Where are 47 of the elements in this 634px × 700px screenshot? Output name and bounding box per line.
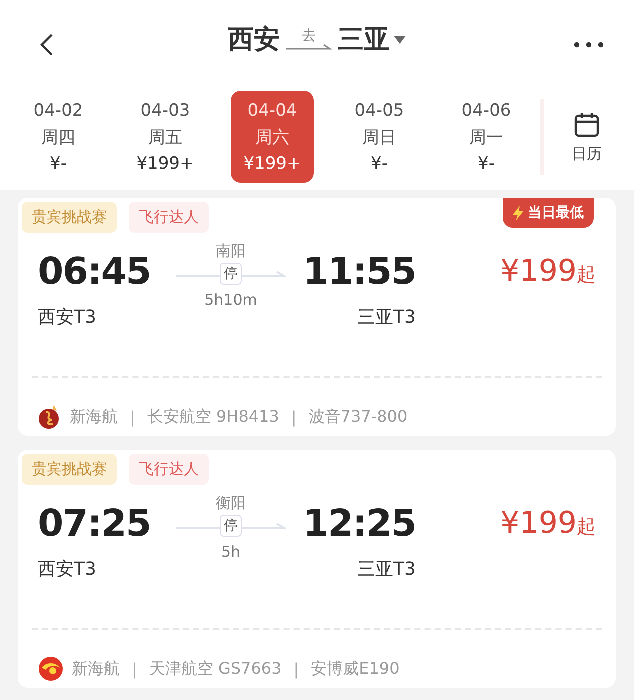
flight-info: 天津航空 GS7663 — [149, 658, 282, 680]
date-tab[interactable]: 04-02 周四 ¥- — [17, 91, 100, 183]
flight-info: 新海航 — [70, 406, 118, 428]
stop-city: 衡阳 — [216, 494, 246, 513]
lowest-price-badge: 当日最低 — [503, 198, 594, 228]
arrival-airport: 三亚T3 — [358, 306, 416, 329]
departure-airport: 西安T3 — [38, 306, 96, 329]
date-tab[interactable]: 04-04 周六 ¥199+ — [231, 91, 314, 183]
flight-info: 新海航 — [72, 658, 120, 680]
airline-logo-icon — [38, 656, 64, 682]
tag: 飞行达人 — [129, 454, 209, 485]
flight-info: 波音737-800 — [308, 406, 408, 428]
back-icon[interactable] — [40, 33, 54, 57]
departure-time: 07:25 — [38, 502, 151, 545]
flight-info: | — [294, 660, 300, 678]
arrival-airport: 三亚T3 — [358, 558, 416, 581]
departure-airport: 西安T3 — [38, 558, 96, 581]
duration: 5h — [221, 543, 241, 561]
tag: 贵宾挑战赛 — [22, 202, 117, 233]
price: ¥199起 — [500, 506, 596, 541]
dropdown-icon[interactable] — [394, 36, 406, 44]
destination-city: 三亚 — [338, 24, 390, 57]
duration: 5h10m — [204, 291, 258, 309]
departure-time: 06:45 — [38, 250, 151, 293]
stop-mark: 停 — [220, 515, 242, 537]
flight-card[interactable]: 贵宾挑战赛 飞行达人 当日最低 06:45 西安T3 南阳 停 5h10m 11:55 三亚T3 ¥199起 新海航 | 长安航空 9H8413 | 波音737-800 — [18, 198, 616, 436]
calendar-button[interactable]: 日历 — [572, 110, 602, 164]
arrival-time: 12:25 — [303, 502, 416, 545]
stop-city: 南阳 — [216, 242, 246, 261]
flight-info: | — [130, 408, 136, 426]
price: ¥199起 — [500, 254, 596, 289]
date-tab[interactable]: 04-03 周五 ¥199+ — [124, 91, 207, 183]
flight-card[interactable]: 贵宾挑战赛 飞行达人 07:25 西安T3 衡阳 停 5h 12:25 三亚T3 ¥199起 新海航 | 天津航空 GS7663 | 安博威E190 — [18, 450, 616, 688]
flight-info: 安博威E190 — [311, 658, 400, 680]
more-icon[interactable] — [574, 42, 604, 48]
flight-info: 长安航空 9H8413 — [147, 406, 280, 428]
flight-info: | — [291, 408, 297, 426]
stop-mark: 停 — [220, 263, 242, 285]
arrival-time: 11:55 — [303, 250, 416, 293]
tag: 飞行达人 — [129, 202, 209, 233]
flight-info: | — [132, 660, 138, 678]
date-tab[interactable]: 04-06 周一 ¥- — [445, 91, 528, 183]
date-tab[interactable]: 04-05 周日 ¥- — [338, 91, 421, 183]
direction-label: 去 — [302, 28, 316, 42]
airline-logo-icon — [38, 404, 62, 430]
tag: 贵宾挑战赛 — [22, 454, 117, 485]
origin-city: 西安 — [228, 24, 280, 57]
